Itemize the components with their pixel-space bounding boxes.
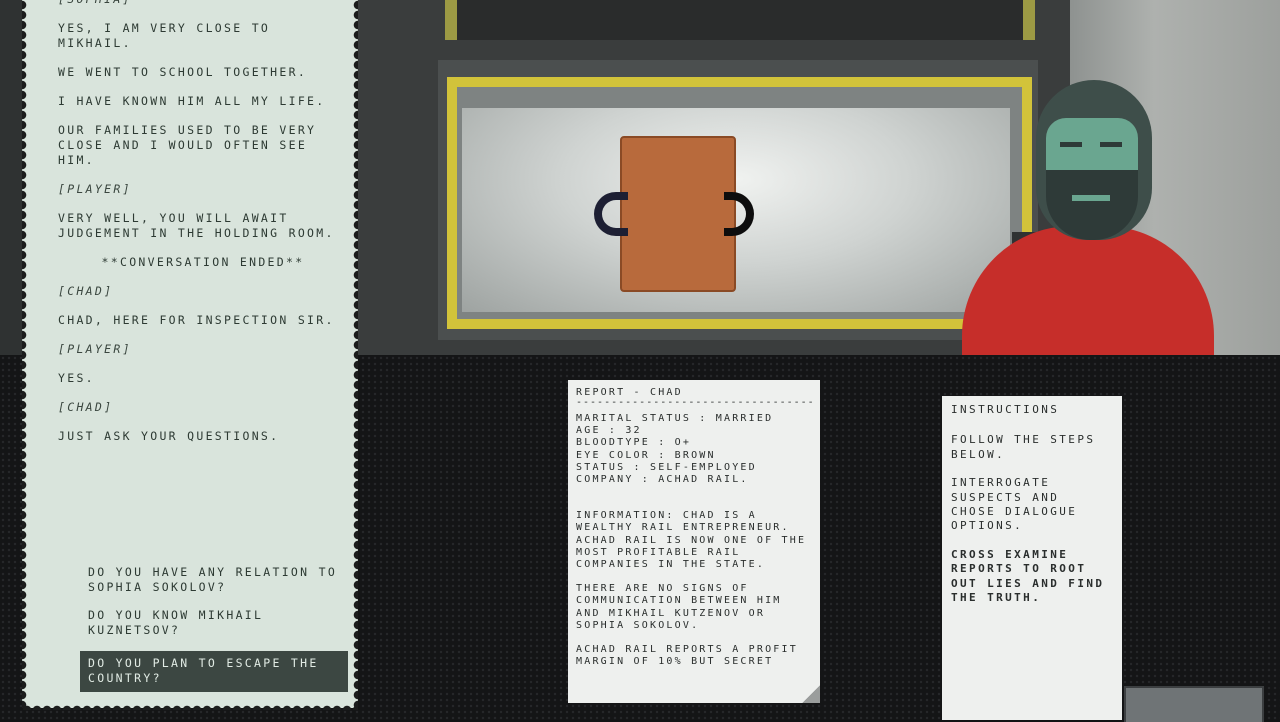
speaker-tag: [CHAD] [58, 400, 114, 414]
dialogue-option[interactable]: DO YOU HAVE ANY RELATION TO SOPHIA SOKOL… [80, 565, 348, 595]
dialogue-line: **CONVERSATION ENDED** [101, 255, 305, 269]
briefcase [1124, 686, 1264, 722]
dialogue-line: WE WENT TO SCHOOL TOGETHER. [58, 65, 308, 79]
report-facts: MARITAL STATUS : MARRIED AGE : 32 BLOODTYP… [576, 413, 812, 486]
report-fact: STATUS : SELF-EMPLOYED [576, 461, 757, 473]
dialogue-option[interactable]: DO YOU KNOW MIKHAIL KUZNETSOV? [80, 608, 348, 638]
dialogue-options: DO YOU HAVE ANY RELATION TO SOPHIA SOKOL… [80, 565, 348, 705]
speaker-tag: [PLAYER] [58, 342, 132, 356]
instructions-heading: INSTRUCTIONS [951, 403, 1060, 416]
report-paragraph: ACHAD RAIL REPORTS A PROFIT MARGIN OF 10… [576, 644, 798, 668]
suspect-report[interactable]: REPORT - CHAD --------------------------… [568, 380, 820, 703]
dialogue-line: JUST ASK YOUR QUESTIONS. [58, 429, 280, 443]
report-paragraph: THERE ARE NO SIGNS OF COMMUNICATION BETW… [576, 583, 782, 631]
dialogue-line: CHAD, HERE FOR INSPECTION SIR. [58, 313, 335, 327]
report-fact: BLOODTYPE : O+ [576, 437, 692, 449]
speaker-tag: [CHAD] [58, 284, 114, 298]
dialogue-line: YES. [58, 371, 95, 385]
dialogue-line: VERY WELL, YOU WILL AWAIT JUDGEMENT IN T… [58, 211, 335, 240]
speaker-tag: [PLAYER] [58, 182, 132, 196]
page-curl-icon[interactable] [802, 685, 820, 703]
suspect-left-eye [1060, 142, 1082, 147]
perforated-edge [22, 700, 358, 710]
dialogue-option-selected[interactable]: DO YOU PLAN TO ESCAPE THE COUNTRY? [80, 651, 348, 692]
instruction-step: FOLLOW THE STEPS BELOW. [951, 433, 1096, 461]
speaker-tag: [SOPHIA] [58, 0, 348, 7]
instruction-step: CROSS EXAMINE REPORTS TO ROOT OUT LIES A… [951, 547, 1105, 605]
dialogue-line: OUR FAMILIES USED TO BE VERY CLOSE AND I… [58, 123, 326, 167]
suspect-right-eye [1100, 142, 1122, 147]
ceiling-trim [445, 0, 1035, 40]
dialogue-line: YES, I AM VERY CLOSE TO MIKHAIL. [58, 21, 280, 50]
report-information: INFORMATION: CHAD IS A WEALTHY RAIL ENTR… [576, 510, 812, 668]
report-fact: MARITAL STATUS : MARRIED [576, 413, 774, 424]
dialogue-log: [SOPHIA] YES, I AM VERY CLOSE TO MIKHAIL.… [58, 0, 348, 458]
report-fact: EYE COLOR : BROWN [576, 449, 716, 461]
report-title: REPORT - CHAD [576, 387, 683, 398]
report-divider: ----------------------------------------… [576, 399, 812, 407]
case-folder-on-table [620, 136, 736, 292]
suspect-mouth [1072, 195, 1110, 201]
instruction-step: INTERROGATE SUSPECTS AND CHOSE DIALOGUE … [951, 476, 1078, 533]
dialogue-line: I HAVE KNOWN HIM ALL MY LIFE. [58, 94, 326, 108]
instructions-note: INSTRUCTIONS FOLLOW THE STEPS BELOW. INTE… [942, 396, 1122, 720]
wall-shadow [0, 0, 22, 355]
dialogue-log-panel[interactable]: [SOPHIA] YES, I AM VERY CLOSE TO MIKHAIL.… [22, 0, 358, 708]
instructions-steps: FOLLOW THE STEPS BELOW. INTERROGATE SUSPE… [951, 433, 1113, 605]
report-fact: COMPANY : ACHAD RAIL. [576, 474, 749, 486]
report-paragraph: INFORMATION: CHAD IS A WEALTHY RAIL ENTR… [576, 510, 807, 571]
report-fact: AGE : 32 [576, 425, 642, 437]
